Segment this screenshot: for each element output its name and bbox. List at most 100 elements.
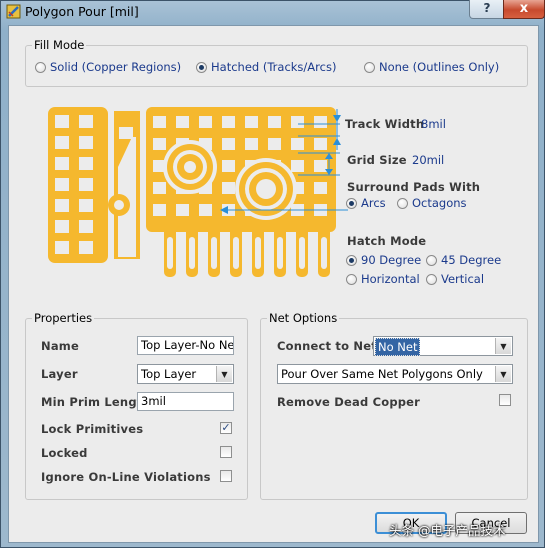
hatch-cell xyxy=(79,220,93,233)
pad-finger-slot xyxy=(211,237,217,269)
locked-label: Locked xyxy=(41,446,88,460)
connect-to-net-label: Connect to Net xyxy=(277,339,377,353)
fill-mode-legend: Fill Mode xyxy=(32,38,87,52)
via-hole xyxy=(114,200,124,210)
surround-arcs-radio[interactable]: Arcs xyxy=(346,196,386,210)
name-input[interactable]: Top Layer-No Net xyxy=(137,336,234,355)
fill-mode-solid-radio[interactable]: Solid (Copper Regions) xyxy=(35,60,181,74)
hatch-cell xyxy=(55,199,69,212)
hatch-cell xyxy=(199,116,212,128)
radio-label: 45 Degree xyxy=(441,253,502,267)
pad-finger-slot xyxy=(321,237,327,269)
hatch-cell xyxy=(55,241,69,254)
hatch-horizontal-radio[interactable]: Horizontal xyxy=(346,272,420,286)
fill-mode-hatched-radio[interactable]: Hatched (Tracks/Arcs) xyxy=(196,60,336,74)
hatch-cell xyxy=(55,220,69,233)
radio-label: 90 Degree xyxy=(361,253,422,267)
connect-to-net-value: No Net xyxy=(375,338,421,356)
pad-finger-slot xyxy=(277,237,283,269)
radio-indicator xyxy=(196,61,207,73)
ignore-violations-checkbox[interactable] xyxy=(220,470,232,482)
dialog-body: Fill Mode Solid (Copper Regions) Hatched… xyxy=(8,25,539,543)
hatch-cell xyxy=(314,116,327,128)
hatch-cell xyxy=(153,116,166,128)
radio-label: Vertical xyxy=(441,272,485,286)
radio-label: Solid (Copper Regions) xyxy=(50,60,182,74)
hatch-cell xyxy=(222,138,235,150)
fill-mode-none-radio[interactable]: None (Outlines Only) xyxy=(364,60,499,74)
radio-indicator xyxy=(346,254,357,266)
hatch-cell xyxy=(55,157,69,170)
hatch-cell xyxy=(55,115,69,128)
pad-hole xyxy=(184,161,196,173)
layer-select[interactable]: Top Layer ▼ xyxy=(137,364,234,384)
net-options-group: Net Options Connect to Net No Net ▼ Pour… xyxy=(260,311,528,500)
radio-indicator xyxy=(364,61,375,73)
hatch-cell xyxy=(245,138,258,150)
locked-checkbox[interactable] xyxy=(220,446,232,458)
hatch-cell xyxy=(222,116,235,128)
track-width-label: Track Width xyxy=(345,117,425,131)
help-button[interactable]: ? xyxy=(469,0,505,19)
window-title: Polygon Pour [mil] xyxy=(25,4,139,19)
hatch-cell xyxy=(314,160,327,172)
pad-hole xyxy=(256,179,276,199)
hatch-cell xyxy=(153,204,166,216)
grid-size-value: 20mil xyxy=(412,153,445,167)
hatch-cell xyxy=(55,136,69,149)
hatch-cell xyxy=(119,127,133,139)
hatch-cell xyxy=(314,182,327,194)
pcb-app-icon xyxy=(6,4,21,19)
title-bar[interactable]: Polygon Pour [mil] ? x xyxy=(1,0,545,23)
ignore-violations-label: Ignore On-Line Violations xyxy=(41,470,211,484)
dropdown-arrow-icon: ▼ xyxy=(216,366,232,382)
hatch-cell xyxy=(79,178,93,191)
radio-label: Hatched (Tracks/Arcs) xyxy=(211,60,337,74)
pad-finger-slot xyxy=(167,237,173,269)
pour-over-select[interactable]: Pour Over Same Net Polygons Only ▼ xyxy=(277,364,513,384)
hatch-cell xyxy=(79,157,93,170)
radio-indicator xyxy=(397,197,408,209)
radio-label: Horizontal xyxy=(361,272,420,286)
polygon-pour-dialog: Polygon Pour [mil] ? x Fill Mode Solid (… xyxy=(0,0,545,548)
hatch-vertical-radio[interactable]: Vertical xyxy=(426,272,484,286)
hatch-cell xyxy=(291,138,304,150)
surround-octagons-radio[interactable]: Octagons xyxy=(397,196,467,210)
hatch-cell xyxy=(79,115,93,128)
remove-dead-copper-checkbox[interactable] xyxy=(499,394,511,406)
hatch-90-radio[interactable]: 90 Degree xyxy=(346,253,421,267)
lock-primitives-label: Lock Primitives xyxy=(41,422,144,436)
hatch-cell xyxy=(55,178,69,191)
hatch-cell xyxy=(79,199,93,212)
close-button[interactable]: x xyxy=(503,0,545,19)
properties-legend: Properties xyxy=(32,311,95,325)
grid-size-label: Grid Size xyxy=(347,153,407,167)
hatch-mode-label: Hatch Mode xyxy=(347,234,427,248)
hatch-cell xyxy=(153,138,166,150)
hatch-cell xyxy=(268,138,281,150)
min-prim-length-input[interactable]: 3mil xyxy=(137,392,234,411)
watermark-text: 头条 @电子产品技术 xyxy=(389,523,506,538)
hatch-preview-diagram xyxy=(48,107,348,277)
connect-to-net-select[interactable]: No Net ▼ xyxy=(373,336,513,356)
radio-indicator xyxy=(426,273,437,285)
hatch-cell xyxy=(176,116,189,128)
hatch-cell xyxy=(176,204,189,216)
hatch-cell xyxy=(79,136,93,149)
hatch-cell xyxy=(222,160,235,172)
net-options-legend: Net Options xyxy=(267,311,340,325)
pad-finger-slot xyxy=(189,237,195,269)
hatch-cell xyxy=(120,235,132,247)
properties-group: Properties Name Top Layer-No Net Layer T… xyxy=(25,311,248,500)
hatch-cell xyxy=(268,116,281,128)
hatch-cell xyxy=(153,182,166,194)
surround-pads-label: Surround Pads With xyxy=(347,180,481,194)
hatch-cell xyxy=(222,182,235,194)
track-width-value: 8mil xyxy=(421,117,446,131)
pad-finger-slot xyxy=(233,237,239,269)
radio-indicator xyxy=(35,61,46,73)
checkmark-icon: ✓ xyxy=(221,421,231,434)
hatch-45-radio[interactable]: 45 Degree xyxy=(426,253,501,267)
lock-primitives-checkbox[interactable]: ✓ xyxy=(220,422,232,434)
remove-dead-copper-label: Remove Dead Copper xyxy=(277,395,421,409)
